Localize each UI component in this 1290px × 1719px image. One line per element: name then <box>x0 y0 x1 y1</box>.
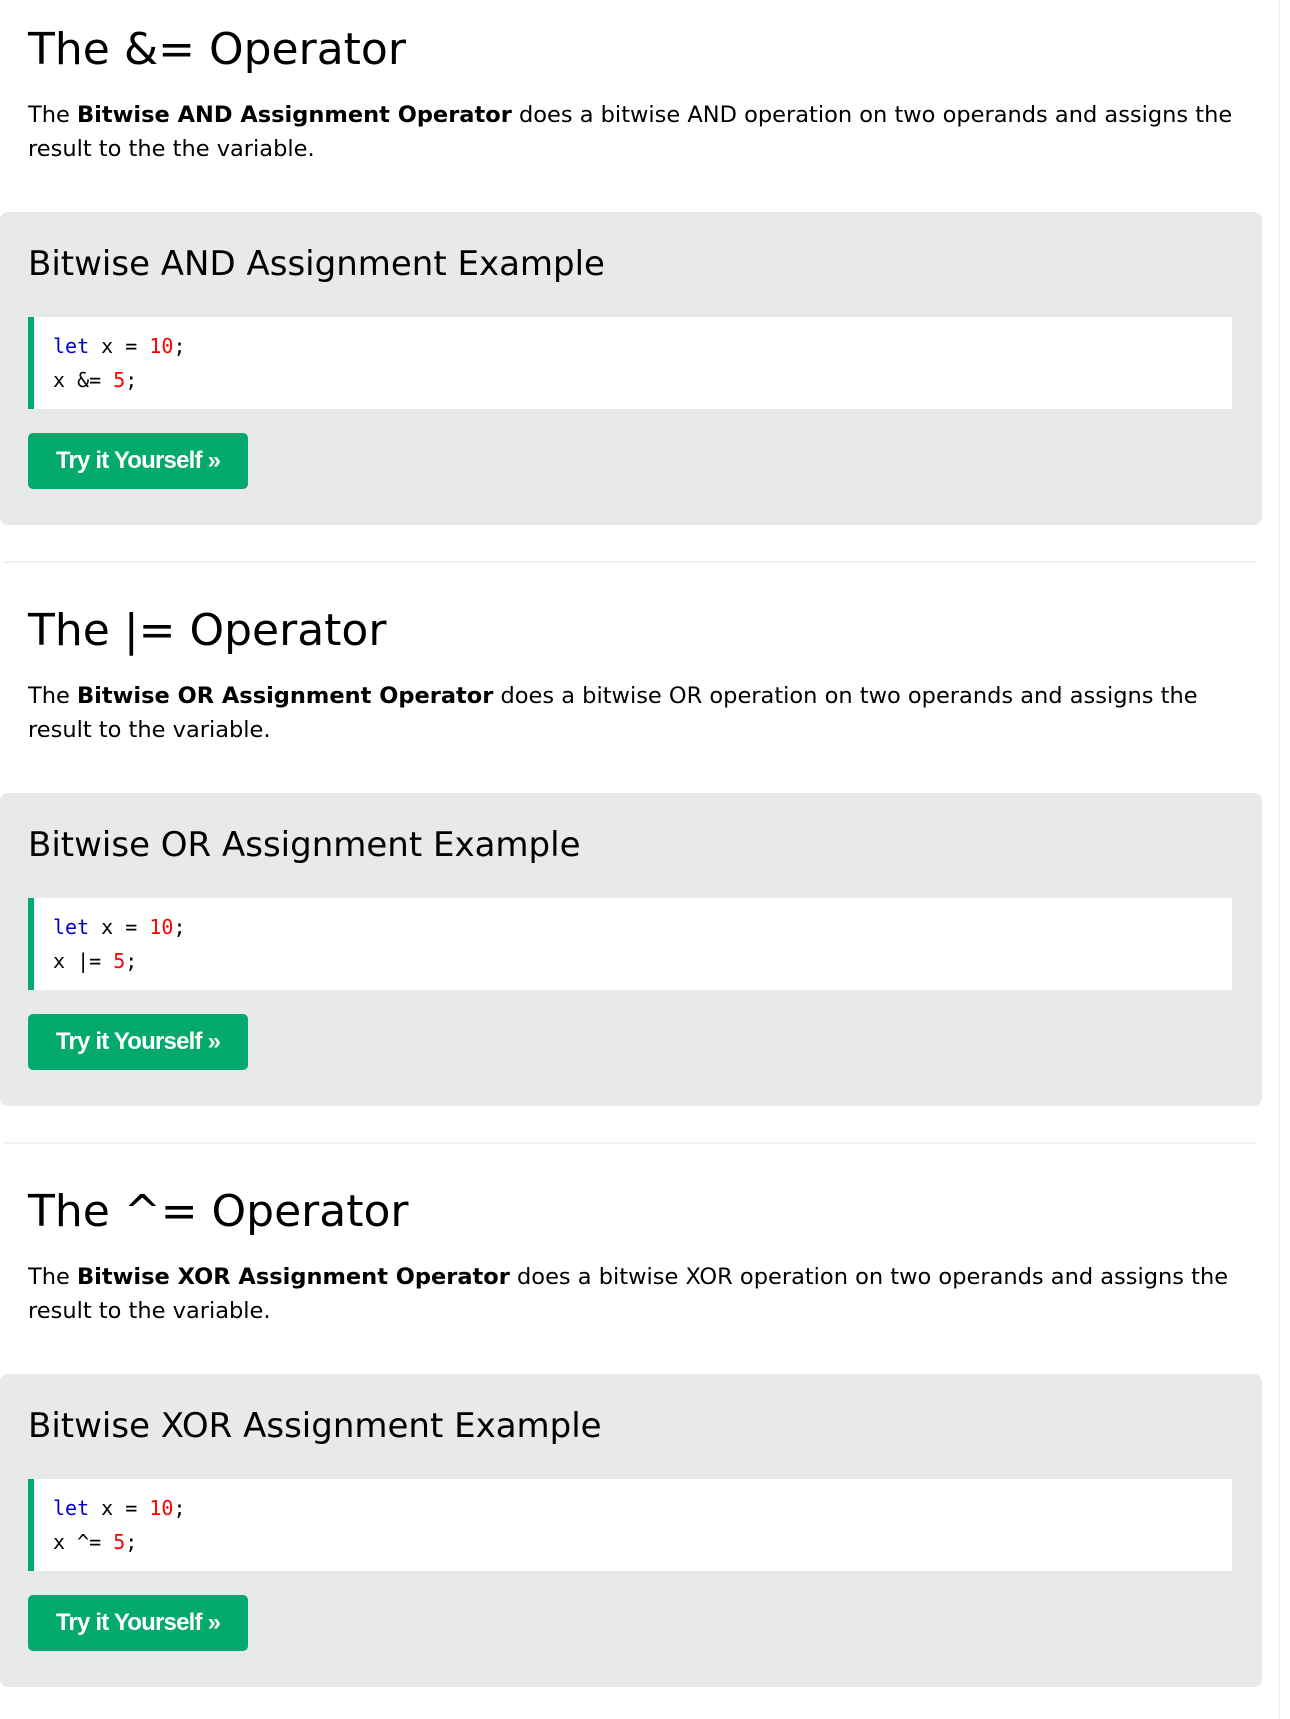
code-block: let x = 10; x ^= 5; <box>28 1479 1232 1571</box>
intro-text: The <box>28 683 77 709</box>
code-text: ; <box>125 1530 138 1554</box>
try-it-yourself-button[interactable]: Try it Yourself » <box>28 1595 248 1651</box>
code-text: ; <box>173 915 186 939</box>
example-box-or: Bitwise OR Assignment Example let x = 10… <box>0 793 1262 1106</box>
code-line: let x = 10; <box>53 329 1232 363</box>
code-text: x |= <box>53 949 114 973</box>
code-text: x = <box>89 915 150 939</box>
intro-bold-term: Bitwise XOR Assignment Operator <box>77 1264 510 1290</box>
code-keyword: let <box>53 1496 90 1520</box>
section-divider <box>4 561 1256 563</box>
section-title-and: The &= Operator <box>28 24 406 75</box>
code-text: ; <box>125 949 138 973</box>
section-title-xor: The ^= Operator <box>28 1186 409 1237</box>
code-text: ; <box>173 334 186 358</box>
code-text: ; <box>173 1496 186 1520</box>
code-number: 10 <box>149 915 174 939</box>
code-line: x |= 5; <box>53 944 1232 978</box>
code-text: x = <box>89 334 150 358</box>
code-number: 10 <box>149 334 174 358</box>
code-line: let x = 10; <box>53 1491 1232 1525</box>
code-block: let x = 10; x |= 5; <box>28 898 1232 990</box>
page-content: The &= Operator The Bitwise AND Assignme… <box>0 0 1276 1719</box>
try-it-yourself-button[interactable]: Try it Yourself » <box>28 433 248 489</box>
example-box-xor: Bitwise XOR Assignment Example let x = 1… <box>0 1374 1262 1687</box>
section-divider <box>4 1142 1256 1144</box>
code-line: x ^= 5; <box>53 1525 1232 1559</box>
page-edge-border <box>1278 0 1280 1719</box>
intro-text: The <box>28 1264 77 1290</box>
intro-bold-term: Bitwise AND Assignment Operator <box>77 102 512 128</box>
intro-xor: The Bitwise XOR Assignment Operator does… <box>28 1260 1248 1328</box>
intro-text: The <box>28 102 77 128</box>
example-title: Bitwise OR Assignment Example <box>28 825 581 865</box>
code-text: x = <box>89 1496 150 1520</box>
code-number: 10 <box>149 1496 174 1520</box>
intro-bold-term: Bitwise OR Assignment Operator <box>77 683 494 709</box>
code-line: let x = 10; <box>53 910 1232 944</box>
intro-and: The Bitwise AND Assignment Operator does… <box>28 98 1248 166</box>
example-title: Bitwise AND Assignment Example <box>28 244 605 284</box>
code-keyword: let <box>53 915 90 939</box>
code-line: x &= 5; <box>53 363 1232 397</box>
code-block: let x = 10; x &= 5; <box>28 317 1232 409</box>
try-it-yourself-button[interactable]: Try it Yourself » <box>28 1014 248 1070</box>
example-box-and: Bitwise AND Assignment Example let x = 1… <box>0 212 1262 525</box>
section-title-or: The |= Operator <box>28 605 387 656</box>
code-text: ; <box>125 368 138 392</box>
code-text: x ^= <box>53 1530 114 1554</box>
code-text: x &= <box>53 368 114 392</box>
example-title: Bitwise XOR Assignment Example <box>28 1406 602 1446</box>
intro-or: The Bitwise OR Assignment Operator does … <box>28 679 1248 747</box>
code-number: 5 <box>113 368 126 392</box>
code-keyword: let <box>53 334 90 358</box>
code-number: 5 <box>113 1530 126 1554</box>
code-number: 5 <box>113 949 126 973</box>
